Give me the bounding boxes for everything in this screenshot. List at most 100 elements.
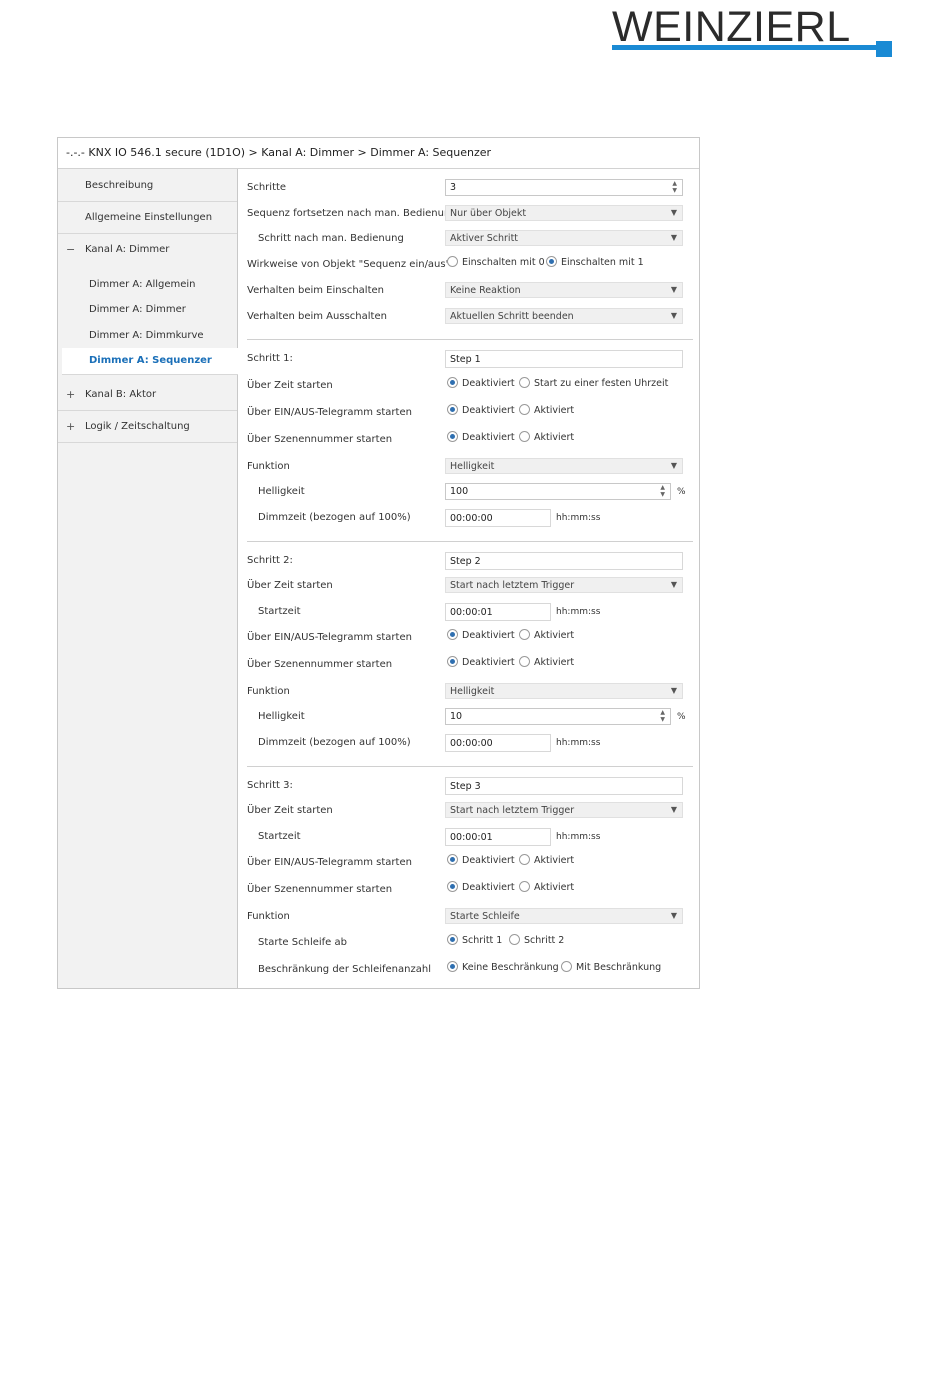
step1-funktion-dropdown[interactable]: Helligkeit ▼ (445, 458, 683, 474)
einschalten-dropdown[interactable]: Keine Reaktion ▼ (445, 282, 683, 298)
breadcrumb-text: -.-.- KNX IO 546.1 secure (1D1O) > Kanal… (66, 146, 492, 159)
radio-label: Aktiviert (534, 855, 575, 866)
spin-arrows-icon[interactable]: ▲ ▼ (660, 484, 665, 498)
radio-einschalten-0[interactable]: Einschalten mit 0 (447, 256, 545, 268)
radio-label: Einschalten mit 0 (462, 257, 545, 268)
param-step1-helligkeit: Helligkeit 100 ▲ ▼ % (238, 482, 699, 502)
spinbox-value: 100 (450, 486, 469, 497)
param-step1-dimmzeit: Dimmzeit (bezogen auf 100%) 00:00:00 hh:… (238, 508, 699, 528)
dropdown-value: Keine Reaktion (450, 285, 521, 296)
radio-fixed-time[interactable]: Start zu einer festen Uhrzeit (519, 377, 668, 389)
step2-helligkeit-spinbox[interactable]: 10 ▲ ▼ (445, 708, 671, 725)
step2-dimmzeit-input[interactable]: 00:00:00 (445, 734, 551, 752)
sidebar-item-dimmer-allgemein[interactable]: Dimmer A: Allgemein (58, 273, 237, 297)
ausschalten-dropdown[interactable]: Aktuellen Schritt beenden ▼ (445, 308, 683, 324)
step2-funktion-dropdown[interactable]: Helligkeit ▼ (445, 683, 683, 699)
radio-aktiviert[interactable]: Aktiviert (519, 656, 574, 668)
schritt-nach-dropdown[interactable]: Aktiver Schritt ▼ (445, 230, 683, 246)
param-schritte: Schritte 3 ▲ ▼ (238, 178, 699, 198)
radio-schritt-1[interactable]: Schritt 1 (447, 934, 502, 946)
param-label: Schritt 3: (247, 780, 293, 791)
chevron-down-icon: ▼ (670, 208, 677, 217)
step2-zeit-dropdown[interactable]: Start nach letztem Trigger ▼ (445, 577, 683, 593)
param-label: Startzeit (258, 831, 301, 842)
step1-helligkeit-spinbox[interactable]: 100 ▲ ▼ (445, 483, 671, 500)
expand-icon[interactable]: + (66, 420, 75, 433)
radio-aktiviert[interactable]: Aktiviert (519, 431, 574, 443)
param-ausschalten: Verhalten beim Ausschalten Aktuellen Sch… (238, 307, 699, 327)
radio-label: Mit Beschränkung (576, 962, 662, 973)
divider (247, 339, 693, 340)
radio-deaktiviert[interactable]: Deaktiviert (447, 854, 515, 866)
input-value: 00:00:01 (450, 607, 493, 618)
fortsetzen-dropdown[interactable]: Nur über Objekt ▼ (445, 205, 683, 221)
sidebar-item-dimmer-sequenzer[interactable]: Dimmer A: Sequenzer (62, 348, 238, 375)
param-label: Schritte (247, 182, 287, 193)
spin-arrows-icon[interactable]: ▲ ▼ (660, 709, 665, 723)
step1-dimmzeit-input[interactable]: 00:00:00 (445, 509, 551, 527)
sidebar-item-kanal-b[interactable]: + Kanal B: Aktor (58, 378, 237, 411)
chevron-down-icon: ▼ (670, 805, 677, 814)
step2-startzeit-input[interactable]: 00:00:01 (445, 603, 551, 621)
radio-on-icon (447, 934, 458, 945)
param-step3-loop-limit: Beschränkung der Schleifenanzahl Keine B… (238, 960, 699, 980)
radio-aktiviert[interactable]: Aktiviert (519, 854, 574, 866)
param-wirkweise: Wirkweise von Objekt "Sequenz ein/aus" E… (238, 255, 699, 275)
dropdown-value: Nur über Objekt (450, 208, 527, 219)
radio-einschalten-1[interactable]: Einschalten mit 1 (546, 256, 644, 268)
expand-icon[interactable]: + (66, 388, 75, 401)
sidebar-item-label: Allgemeine Einstellungen (85, 212, 213, 223)
divider (247, 766, 693, 767)
chevron-down-icon: ▼ (670, 461, 677, 470)
sidebar-item-dimmer-dimmer[interactable]: Dimmer A: Dimmer (58, 298, 237, 322)
sidebar-item-label: Dimmer A: Dimmkurve (89, 330, 204, 341)
radio-schritt-2[interactable]: Schritt 2 (509, 934, 564, 946)
step1-name-input[interactable]: Step 1 (445, 350, 683, 368)
radio-deaktiviert[interactable]: Deaktiviert (447, 881, 515, 893)
radio-deaktiviert[interactable]: Deaktiviert (447, 629, 515, 641)
radio-on-icon (447, 961, 458, 972)
radio-keine-beschraenkung[interactable]: Keine Beschränkung (447, 961, 559, 973)
step3-zeit-dropdown[interactable]: Start nach letztem Trigger ▼ (445, 802, 683, 818)
divider (247, 541, 693, 542)
time-unit: hh:mm:ss (556, 607, 601, 617)
param-label: Über Szenennummer starten (247, 434, 393, 445)
sidebar-item-label: Dimmer A: Allgemein (89, 279, 196, 290)
time-unit: hh:mm:ss (556, 738, 601, 748)
radio-on-icon (447, 656, 458, 667)
radio-aktiviert[interactable]: Aktiviert (519, 881, 574, 893)
radio-deaktiviert[interactable]: Deaktiviert (447, 656, 515, 668)
param-step1-ein-aus: Über EIN/AUS-Telegramm starten Deaktivie… (238, 403, 699, 423)
radio-mit-beschraenkung[interactable]: Mit Beschränkung (561, 961, 661, 973)
radio-deaktiviert[interactable]: Deaktiviert (447, 431, 515, 443)
sidebar: Beschreibung Allgemeine Einstellungen − … (58, 169, 238, 988)
step3-startzeit-input[interactable]: 00:00:01 (445, 828, 551, 846)
param-step2-name: Schritt 2: Step 2 (238, 551, 699, 571)
step3-funktion-dropdown[interactable]: Starte Schleife ▼ (445, 908, 683, 924)
param-step1-zeit: Über Zeit starten Deaktiviert Start zu e… (238, 376, 699, 396)
sidebar-item-beschreibung[interactable]: Beschreibung (58, 169, 237, 202)
sidebar-item-kanal-a[interactable]: − Kanal A: Dimmer (58, 233, 237, 265)
param-label: Über Szenennummer starten (247, 659, 393, 670)
input-value: Step 2 (450, 556, 481, 567)
schritte-spinbox[interactable]: 3 ▲ ▼ (445, 179, 683, 196)
radio-deaktiviert[interactable]: Deaktiviert (447, 377, 515, 389)
sidebar-item-logik[interactable]: + Logik / Zeitschaltung (58, 410, 237, 443)
spin-arrows-icon[interactable]: ▲ ▼ (672, 180, 677, 194)
step2-name-input[interactable]: Step 2 (445, 552, 683, 570)
step3-name-input[interactable]: Step 3 (445, 777, 683, 795)
param-label: Verhalten beim Einschalten (247, 285, 384, 296)
param-label: Helligkeit (258, 711, 305, 722)
spinbox-value: 10 (450, 711, 463, 722)
radio-aktiviert[interactable]: Aktiviert (519, 404, 574, 416)
radio-aktiviert[interactable]: Aktiviert (519, 629, 574, 641)
breadcrumb: -.-.- KNX IO 546.1 secure (1D1O) > Kanal… (58, 138, 699, 169)
param-step3-loop-start: Starte Schleife ab Schritt 1 Schritt 2 (238, 933, 699, 953)
radio-label: Keine Beschränkung (462, 962, 559, 973)
param-step2-szene: Über Szenennummer starten Deaktiviert Ak… (238, 655, 699, 675)
collapse-icon[interactable]: − (66, 243, 75, 256)
radio-deaktiviert[interactable]: Deaktiviert (447, 404, 515, 416)
radio-label: Deaktiviert (462, 378, 515, 389)
sidebar-item-allgemeine-einstellungen[interactable]: Allgemeine Einstellungen (58, 201, 237, 234)
sidebar-item-dimmer-dimmkurve[interactable]: Dimmer A: Dimmkurve (58, 324, 237, 348)
